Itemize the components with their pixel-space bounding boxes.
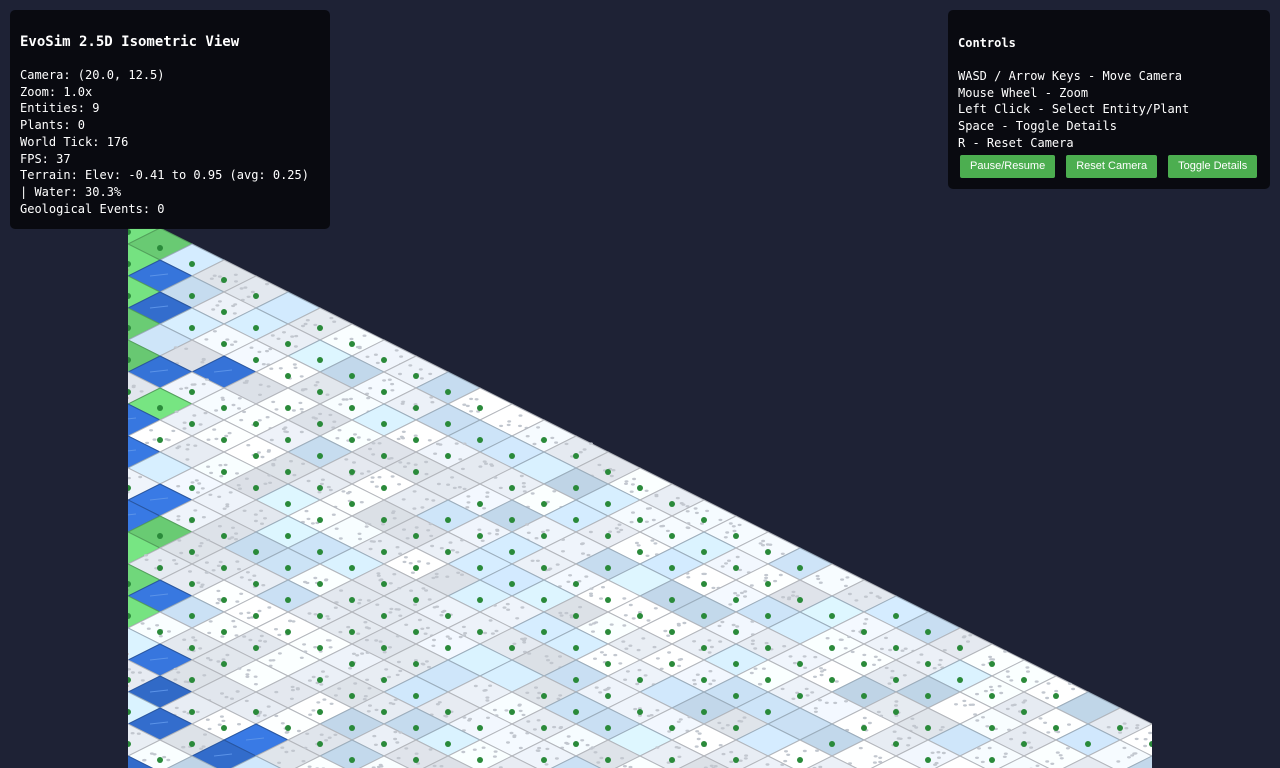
terrain-tile-rock[interactable]: [64, 574, 130, 612]
terrain-tile-moss[interactable]: [64, 292, 130, 324]
terrain-tile-sand[interactable]: [64, 670, 130, 708]
terrain-tile-moss[interactable]: [64, 740, 130, 768]
terrain-tile-moss[interactable]: [64, 516, 130, 548]
terrain-tile-forest[interactable]: [64, 708, 130, 740]
terrain-tile-sand[interactable]: [64, 638, 130, 676]
zoom-readout: Zoom: 1.0x: [20, 84, 93, 99]
terrain-tile-grass[interactable]: [64, 420, 130, 452]
control-hint-move: WASD / Arrow Keys - Move Camera: [958, 69, 1182, 83]
reset-camera-button[interactable]: Reset Camera: [1066, 154, 1158, 178]
simulation-info-panel: EvoSim 2.5D Isometric View Camera: (20.0…: [10, 10, 330, 229]
plants-count: Plants: 0: [20, 118, 86, 133]
terrain-tile-forest[interactable]: [64, 356, 130, 388]
toggle-details-button[interactable]: Toggle Details: [1168, 154, 1258, 178]
entities-count: Entities: 9: [20, 101, 100, 116]
controls-panel: Controls WASD / Arrow Keys - Move Camera…: [948, 10, 1270, 189]
info-title: EvoSim 2.5D Isometric View: [20, 34, 240, 50]
terrain-tile-forest[interactable]: [64, 228, 130, 260]
camera-readout: Camera: (20.0, 12.5): [20, 68, 165, 82]
control-buttons: Pause/Resume Reset Camera Toggle Details: [958, 154, 1260, 178]
pause-resume-button[interactable]: Pause/Resume: [960, 154, 1056, 178]
control-hint-reset: R - Reset Camera: [958, 135, 1074, 150]
fps-readout: FPS: 37: [20, 151, 71, 166]
control-hint-select: Left Click - Select Entity/Plant: [958, 102, 1190, 117]
control-hint-details: Space - Toggle Details: [958, 119, 1117, 134]
terrain-tile-sand[interactable]: [64, 254, 130, 292]
terrain-tile-water[interactable]: [64, 452, 130, 484]
terrain-water: | Water: 30.3%: [20, 184, 122, 199]
terrain-tile-grass-light[interactable]: [64, 612, 130, 644]
control-hint-zoom: Mouse Wheel - Zoom: [958, 85, 1089, 100]
terrain-tile-sand[interactable]: [64, 382, 130, 420]
controls-title: Controls: [958, 36, 1016, 50]
terrain-tile-sand[interactable]: [64, 318, 130, 356]
world-tick: World Tick: 176: [20, 134, 129, 149]
geological-events: Geological Events: 0: [20, 201, 165, 216]
terrain-tile-grass[interactable]: [64, 484, 130, 516]
terrain-tile-grass-light[interactable]: [64, 548, 130, 580]
terrain-elevation: Terrain: Elev: -0.41 to 0.95 (avg: 0.25): [20, 168, 309, 183]
